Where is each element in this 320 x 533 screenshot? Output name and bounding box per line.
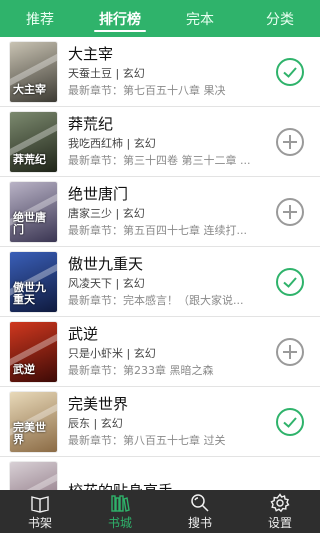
- book-title[interactable]: 完美世界: [68, 395, 276, 414]
- book-author: 辰东: [68, 417, 90, 430]
- book-title[interactable]: 校花的贴身高手: [68, 482, 320, 490]
- book-cover[interactable]: 武逆: [10, 321, 57, 382]
- cover-artwork: [10, 49, 57, 88]
- nav-settings-label: 设置: [267, 515, 292, 530]
- cover-title: 莽荒纪: [13, 152, 46, 166]
- search-icon: [191, 493, 209, 512]
- book-cover[interactable]: [10, 461, 57, 490]
- book-author: 天蚕土豆: [68, 67, 112, 80]
- book-meta: 莽荒纪 我吃西红柿 | 玄幻 最新章节：第三十四卷 第三十二章 ...: [68, 115, 276, 168]
- book-author: 唐家三少: [68, 207, 112, 220]
- book-icon: [31, 495, 49, 513]
- add-to-shelf-button[interactable]: [276, 337, 304, 366]
- nav-settings[interactable]: 设置: [240, 490, 320, 533]
- book-cover[interactable]: 大主宰: [10, 41, 57, 102]
- book-meta: 完美世界 辰东 | 玄幻 最新章节：第八百五十七章 过关: [68, 395, 276, 448]
- book-author-genre: 天蚕土豆 | 玄幻: [68, 66, 276, 81]
- book-meta: 傲世九重天 风凌天下 | 玄幻 最新章节：完本感言！（跟大家说...: [68, 255, 276, 308]
- latest-chapter: 最新章节：第八百五十七章 过关: [68, 434, 226, 447]
- tab-completed[interactable]: 完本: [160, 0, 240, 37]
- book-row[interactable]: 绝世唐门 绝世唐门 唐家三少 | 玄幻 最新章节：第五百四十七章 连续打...: [0, 177, 320, 247]
- book-cover[interactable]: 完美世界: [10, 391, 57, 452]
- plus-icon: [283, 134, 297, 149]
- store-icon: [111, 494, 130, 512]
- book-row[interactable]: 完美世界 完美世界 辰东 | 玄幻 最新章节：第八百五十七章 过关: [0, 387, 320, 457]
- book-row[interactable]: 傲世九重天 傲世九重天 风凌天下 | 玄幻 最新章节：完本感言！（跟大家说...: [0, 247, 320, 317]
- book-cover[interactable]: 莽荒纪: [10, 111, 57, 172]
- book-row[interactable]: 莽荒纪 莽荒纪 我吃西红柿 | 玄幻 最新章节：第三十四卷 第三十二章 ...: [0, 107, 320, 177]
- cover-artwork: [10, 329, 57, 368]
- book-genre: 玄幻: [122, 277, 145, 290]
- check-icon: [283, 416, 297, 428]
- nav-bookstore-label: 书城: [107, 515, 132, 530]
- added-to-shelf-button[interactable]: [276, 407, 304, 436]
- added-to-shelf-button[interactable]: [276, 267, 304, 296]
- book-author: 只是小虾米: [68, 347, 123, 360]
- book-genre: 玄幻: [133, 137, 156, 150]
- book-meta: 绝世唐门 唐家三少 | 玄幻 最新章节：第五百四十七章 连续打...: [68, 185, 276, 238]
- book-row[interactable]: 武逆 武逆 只是小虾米 | 玄幻 最新章节：第233章 黑暗之森: [0, 317, 320, 387]
- gear-icon: [270, 492, 290, 512]
- top-tab-bar: 推荐 排行榜 完本 分类: [0, 0, 320, 37]
- cover-title: 大主宰: [13, 82, 46, 96]
- book-genre: 玄幻: [133, 347, 156, 360]
- separator: |: [112, 207, 123, 220]
- tab-categories[interactable]: 分类: [240, 0, 320, 37]
- book-meta: 大主宰 天蚕土豆 | 玄幻 最新章节：第七百五十八章 果决: [68, 45, 276, 98]
- book-author-genre: 我吃西红柿 | 玄幻: [68, 136, 276, 151]
- separator: |: [123, 347, 134, 360]
- plus-icon: [283, 344, 297, 359]
- separator: |: [123, 137, 134, 150]
- book-author: 我吃西红柿: [68, 137, 123, 150]
- book-genre: 玄幻: [122, 207, 145, 220]
- latest-chapter: 最新章节：第七百五十八章 果决: [68, 84, 226, 97]
- book-list[interactable]: 大主宰 大主宰 天蚕土豆 | 玄幻 最新章节：第七百五十八章 果决 莽荒纪 莽荒纪 我吃西红…: [0, 37, 320, 490]
- book-title[interactable]: 绝世唐门: [68, 185, 276, 204]
- plus-icon: [283, 204, 297, 219]
- book-genre: 玄幻: [122, 67, 145, 80]
- separator: |: [90, 417, 101, 430]
- check-icon: [283, 66, 297, 78]
- separator: |: [112, 67, 123, 80]
- book-title[interactable]: 武逆: [68, 325, 276, 344]
- book-cover[interactable]: 绝世唐门: [10, 181, 57, 242]
- book-title[interactable]: 大主宰: [68, 45, 276, 64]
- nav-search-label: 搜书: [187, 515, 212, 530]
- cover-title: 傲世九重天: [13, 281, 46, 306]
- latest-chapter: 最新章节：第三十四卷 第三十二章 ...: [68, 154, 251, 167]
- nav-bookshelf-label: 书架: [27, 515, 52, 530]
- book-author-genre: 风凌天下 | 玄幻: [68, 276, 276, 291]
- nav-bookstore[interactable]: 书城: [80, 490, 160, 533]
- cover-title: 绝世唐门: [13, 211, 46, 236]
- bottom-nav: 书架 书城 搜书 设置: [0, 490, 320, 533]
- book-meta: 武逆 只是小虾米 | 玄幻 最新章节：第233章 黑暗之森: [68, 325, 276, 378]
- latest-chapter: 最新章节：第五百四十七章 连续打...: [68, 224, 247, 237]
- book-genre: 玄幻: [100, 417, 123, 430]
- book-meta: 校花的贴身高手: [68, 482, 320, 490]
- separator: |: [112, 277, 123, 290]
- book-title[interactable]: 莽荒纪: [68, 115, 276, 134]
- book-row[interactable]: 校花的贴身高手: [0, 457, 320, 490]
- latest-chapter: 最新章节：第233章 黑暗之森: [68, 364, 214, 377]
- cover-artwork: [10, 119, 57, 158]
- book-author: 风凌天下: [68, 277, 112, 290]
- added-to-shelf-button[interactable]: [276, 57, 304, 86]
- book-author-genre: 辰东 | 玄幻: [68, 416, 276, 431]
- tab-rankings[interactable]: 排行榜: [80, 0, 160, 37]
- latest-chapter: 最新章节：完本感言！（跟大家说...: [68, 294, 244, 307]
- nav-search[interactable]: 搜书: [160, 490, 240, 533]
- add-to-shelf-button[interactable]: [276, 127, 304, 156]
- nav-bookshelf[interactable]: 书架: [0, 490, 80, 533]
- cover-title: 武逆: [13, 362, 35, 376]
- book-author-genre: 唐家三少 | 玄幻: [68, 206, 276, 221]
- cover-title: 完美世界: [13, 421, 46, 446]
- add-to-shelf-button[interactable]: [276, 197, 304, 226]
- check-icon: [283, 276, 297, 288]
- book-row[interactable]: 大主宰 大主宰 天蚕土豆 | 玄幻 最新章节：第七百五十八章 果决: [0, 37, 320, 107]
- book-author-genre: 只是小虾米 | 玄幻: [68, 346, 276, 361]
- book-cover[interactable]: 傲世九重天: [10, 251, 57, 312]
- cover-artwork: [10, 469, 57, 490]
- tab-recommend[interactable]: 推荐: [0, 0, 80, 37]
- book-title[interactable]: 傲世九重天: [68, 255, 276, 274]
